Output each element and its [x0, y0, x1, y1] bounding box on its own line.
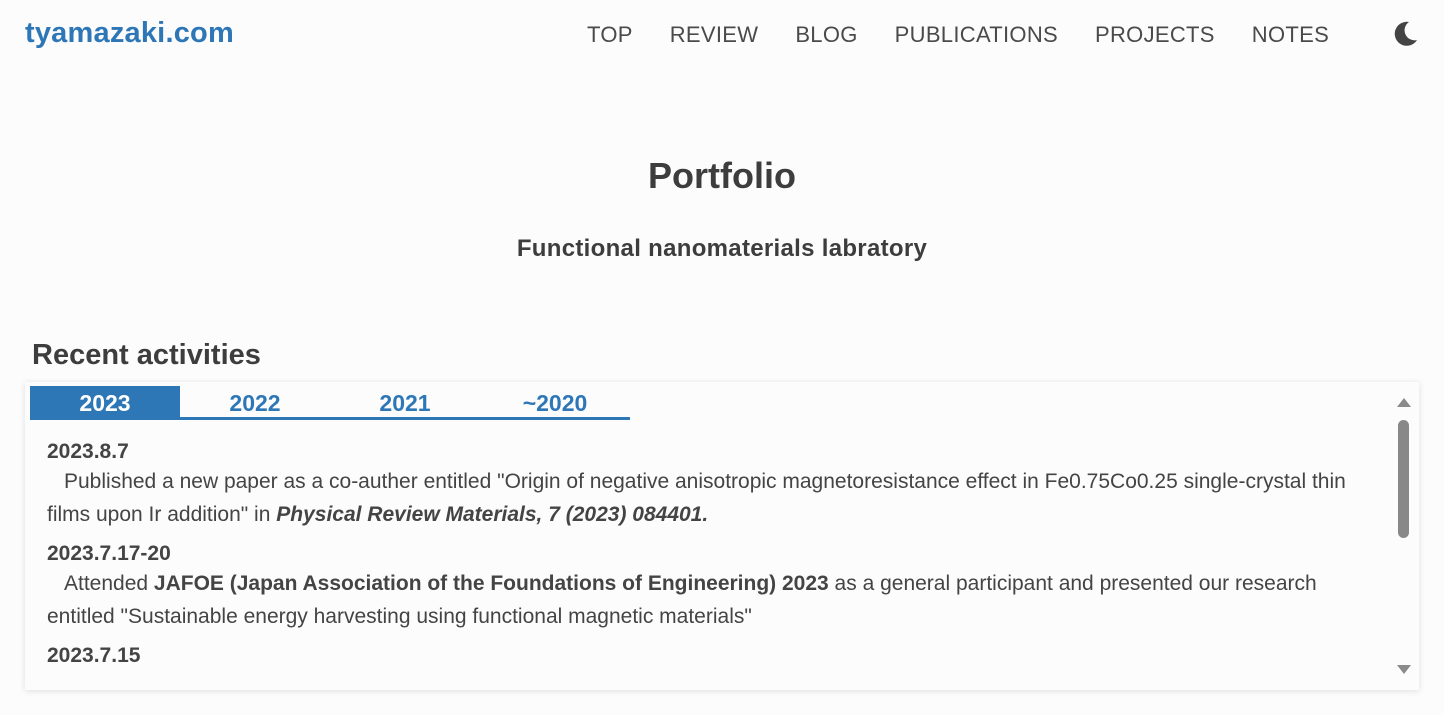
entry-date: 2023.8.7: [47, 440, 129, 463]
section-heading: Recent activities: [32, 339, 261, 371]
nav-review[interactable]: REVIEW: [670, 22, 759, 48]
activity-list: 2023.8.7 Published a new paper as a co-a…: [47, 438, 1377, 669]
scroll-down-arrow-icon[interactable]: [1397, 665, 1411, 674]
activity-entry: 2023.7.17-20 Attended JAFOE (Japan Assoc…: [47, 540, 1377, 633]
page-subtitle: Functional nanomaterials labratory: [516, 235, 928, 262]
nav-blog[interactable]: BLOG: [795, 22, 857, 48]
entry-text-body: Attended: [64, 572, 154, 595]
event-name: JAFOE (Japan Association of the Foundati…: [153, 572, 829, 595]
activity-entry: 2023.7.15: [47, 642, 1377, 669]
activities-panel: 2023 2022 2021 ~2020 2023.8.7 Published …: [25, 382, 1419, 690]
site-logo[interactable]: tyamazaki.com: [25, 17, 234, 50]
entry-date: 2023.7.17-20: [47, 542, 171, 565]
nav-top[interactable]: TOP: [587, 22, 633, 48]
tab-2022[interactable]: 2022: [180, 386, 330, 417]
tab-2020-and-earlier[interactable]: ~2020: [480, 386, 630, 417]
moon-icon[interactable]: [1390, 19, 1420, 49]
main-nav: TOP REVIEW BLOG PUBLICATIONS PROJECTS NO…: [587, 22, 1366, 48]
page-title: Portfolio: [648, 155, 796, 196]
nav-projects[interactable]: PROJECTS: [1095, 22, 1215, 48]
entry-text: Published a new paper as a co-auther ent…: [47, 465, 1377, 531]
journal-citation: Physical Review Materials, 7 (2023) 0844…: [276, 503, 709, 526]
activity-entry: 2023.8.7 Published a new paper as a co-a…: [47, 438, 1377, 531]
entry-text: Attended JAFOE (Japan Association of the…: [47, 567, 1377, 633]
scrollbar-thumb[interactable]: [1398, 420, 1409, 538]
nav-notes[interactable]: NOTES: [1252, 22, 1329, 48]
nav-publications[interactable]: PUBLICATIONS: [895, 22, 1058, 48]
tab-2021[interactable]: 2021: [330, 386, 480, 417]
tab-2023[interactable]: 2023: [30, 386, 180, 417]
year-tabs: 2023 2022 2021 ~2020: [30, 386, 630, 420]
entry-date: 2023.7.15: [47, 644, 141, 667]
scroll-up-arrow-icon[interactable]: [1397, 398, 1411, 407]
